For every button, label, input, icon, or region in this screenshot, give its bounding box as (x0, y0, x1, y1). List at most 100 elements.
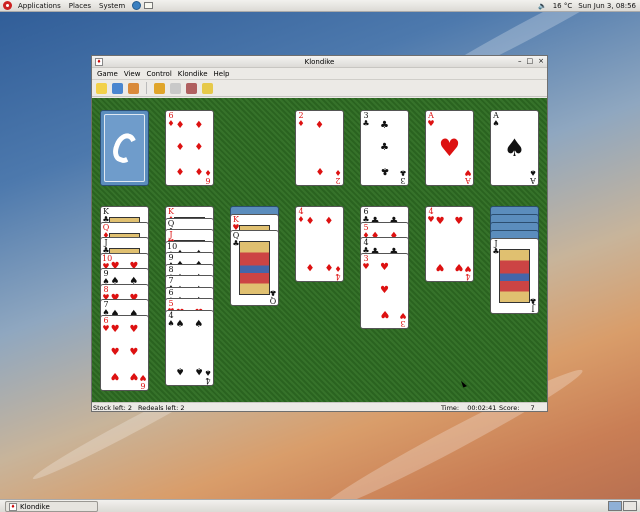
workspace-2[interactable] (623, 501, 637, 511)
suit-pip-icon: ♣ (380, 165, 389, 177)
web-browser-icon[interactable] (132, 1, 142, 10)
undo-icon[interactable] (154, 82, 165, 94)
suit-pip-icon: ♥ (380, 284, 389, 296)
card-suit-icon: ♠ (204, 367, 212, 377)
suit-pip-icon: ♦ (175, 165, 185, 177)
score-label: Score: (499, 403, 520, 412)
suit-pip-icon: ♠ (175, 364, 185, 376)
system-menu[interactable]: System (95, 2, 129, 10)
suit-pip-icon: ♦ (305, 261, 315, 273)
task-label: Klondike (20, 502, 50, 511)
tableau-card[interactable]: J♣J♣ (490, 238, 539, 314)
card-rank-index: A ♠ (529, 168, 537, 185)
redo-icon[interactable] (170, 82, 181, 94)
suit-pip-icon: ♦ (194, 142, 204, 153)
menu-view[interactable]: View (121, 70, 144, 78)
clock[interactable]: Sun Jun 3, 08:56 (578, 2, 636, 10)
card-suit-icon: ♣ (269, 287, 277, 297)
klondike-app-icon[interactable]: ♦ (95, 58, 103, 66)
taskbar-klondike-button[interactable]: ♦ Klondike (5, 501, 98, 512)
suit-pip-icon: ♦ (175, 119, 185, 131)
card-rank-index: A ♥ (427, 112, 435, 128)
hint-icon[interactable] (202, 82, 213, 94)
menu-game[interactable]: Game (94, 70, 121, 78)
card-suit-icon: ♥ (464, 264, 472, 273)
card-suit-icon: ♦ (297, 215, 305, 224)
suit-pip-icon: ♦ (324, 215, 334, 227)
deal-icon[interactable] (186, 82, 197, 94)
tableau-card[interactable]: 6 ♥ 6 ♥ ♥ ♥ ♥ ♥ ♥ ♥ (100, 314, 149, 391)
mail-icon[interactable] (144, 2, 154, 9)
card-rank: 3 (400, 176, 406, 185)
workspace-1[interactable] (608, 501, 622, 511)
klondike-window: ♦ Klondike – □ × Game View Control Klond… (91, 55, 548, 412)
card-rank-index: 3 ♣ (399, 168, 407, 185)
card-rank-index: 3 ♣ (362, 112, 370, 128)
card-rank: 6 (205, 176, 211, 185)
tableau-card[interactable]: 4 ♥ 4 ♥ ♥ ♥ ♥ ♥ (425, 206, 474, 282)
tableau-card[interactable]: Q♣Q♣ (230, 229, 279, 306)
foundation-pile[interactable]: 3 ♣ 3 ♣ ♣ ♣ ♣ (360, 110, 409, 186)
card-rank-index: 4 ♥ (427, 208, 435, 224)
card-rank-index: 4 ♠ (204, 367, 212, 385)
suit-pip-icon: ♥ (435, 261, 445, 273)
card-suit-icon: ♠ (492, 119, 500, 128)
panel-tray: 🔈 16 °C Sun Jun 3, 08:56 (538, 0, 636, 12)
applications-menu[interactable]: Applications (14, 2, 65, 10)
suit-pip-icon: ♥ (380, 307, 389, 319)
window-titlebar[interactable]: ♦ Klondike – □ × (92, 56, 547, 68)
card-suit-icon: ♠ (167, 318, 175, 328)
places-menu[interactable]: Places (65, 2, 95, 10)
suit-pip-icon: ♠ (175, 319, 185, 331)
game-table[interactable]: 6♦6♦♦♦♦♦♦♦2♦2♦♦♦3♣3♣♣♣♣A♥A♥♥A♠A♠♠K♣K♣Q♦Q… (92, 98, 547, 402)
card-rank: 4 (465, 272, 471, 281)
menu-control[interactable]: Control (143, 70, 174, 78)
card-suit-icon: ♦ (297, 119, 305, 128)
court-figure-icon (239, 240, 270, 295)
menu-klondike[interactable]: Klondike (175, 70, 211, 78)
close-button[interactable]: × (538, 57, 544, 65)
klondike-task-icon: ♦ (9, 503, 17, 511)
toolbar (92, 80, 547, 97)
card-suit-icon: ♥ (427, 215, 435, 224)
card-rank: A (465, 176, 471, 185)
menu-help[interactable]: Help (211, 70, 233, 78)
card-suit-icon: ♣ (399, 168, 407, 177)
stock-pile[interactable] (100, 110, 149, 186)
select-game-icon[interactable] (128, 82, 139, 94)
weather-readout[interactable]: 16 °C (553, 2, 573, 10)
tableau-card[interactable]: 4 ♠ 4 ♠ ♠ ♠ ♠ ♠ (165, 309, 214, 386)
tableau-card[interactable]: 3 ♥ 3 ♥ ♥ ♥ ♥ (360, 252, 409, 329)
suit-pip-icon: ♥ (129, 346, 139, 358)
suit-pip-icon: ♦ (175, 142, 185, 153)
card-rank-index: Q♣ (269, 287, 277, 305)
maximize-button[interactable]: □ (527, 57, 534, 65)
statusbar: Stock left: 2 Redeals left: 2 Time: 00:0… (92, 402, 547, 412)
suit-pip-icon: ♦ (324, 261, 334, 273)
volume-icon[interactable]: 🔈 (538, 2, 547, 10)
bottom-panel: ♦ Klondike (0, 499, 640, 512)
minimize-button[interactable]: – (518, 57, 522, 65)
suit-pip-icon: ♥ (454, 261, 464, 273)
card-suit-icon: ♣ (529, 296, 537, 305)
foundation-pile[interactable]: A ♥ A ♥ ♥ (425, 110, 474, 186)
foundation-pile[interactable]: A ♠ A ♠ ♠ (490, 110, 539, 186)
card-suit-icon: ♠ (529, 168, 537, 177)
new-game-icon[interactable] (96, 82, 107, 94)
restart-icon[interactable] (112, 82, 123, 94)
card-back-design (104, 114, 145, 182)
card-rank-index: J♣ (529, 296, 537, 313)
time-value: 00:02:41 (467, 403, 497, 412)
card-suit-icon: ♥ (464, 168, 472, 177)
foundation-pile[interactable]: 2 ♦ 2 ♦ ♦ ♦ (295, 110, 344, 186)
distro-logo-icon[interactable] (3, 1, 12, 10)
card-rank-index: 6 ♦ (204, 168, 212, 185)
redeals-left-label: Redeals left: 2 (137, 403, 185, 412)
suit-pip-icon: ♥ (380, 262, 389, 274)
suit-pip-icon: ♥ (435, 215, 445, 227)
card-rank: 2 (335, 176, 341, 185)
card-rank-index: 4 ♦ (334, 264, 342, 281)
tableau-card[interactable]: 4 ♦ 4 ♦ ♦ ♦ ♦ ♦ (295, 206, 344, 282)
waste-pile[interactable]: 6 ♦ 6 ♦ ♦ ♦ ♦ ♦ ♦ ♦ (165, 110, 214, 186)
card-suit-icon: ♥ (102, 323, 110, 333)
